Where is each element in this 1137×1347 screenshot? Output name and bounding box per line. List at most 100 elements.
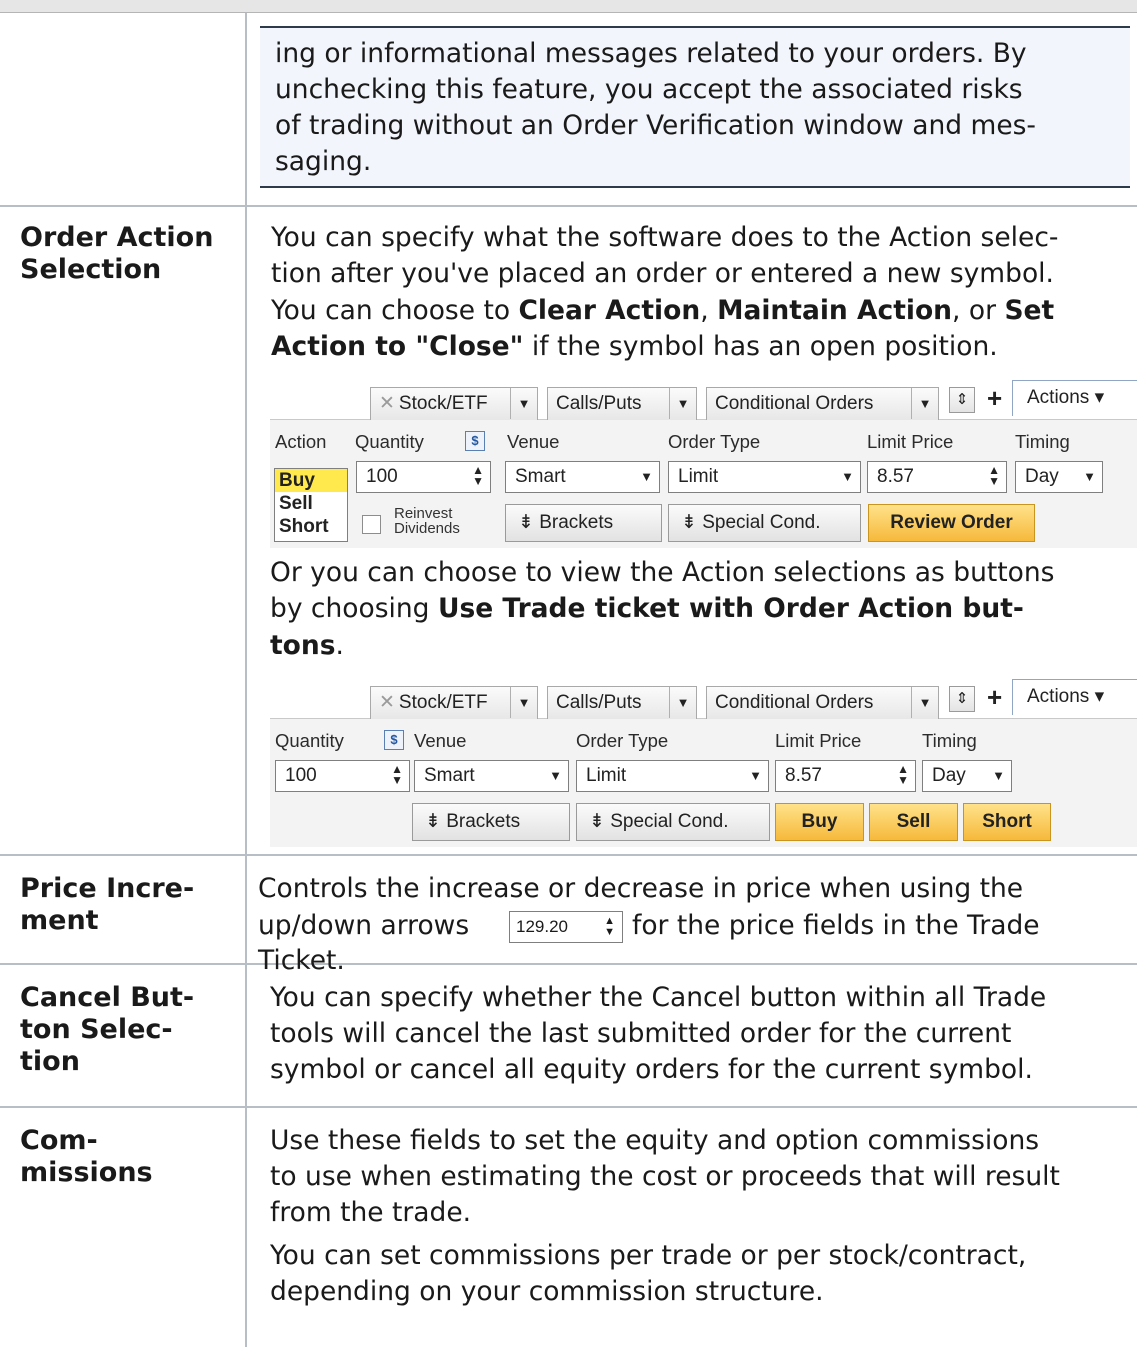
chevron-down-icon[interactable]: ▼ (911, 687, 938, 718)
tab-conditional-orders[interactable]: Conditional Orders ▼ (706, 686, 939, 719)
label-timing: Timing (922, 730, 977, 751)
chevron-down-icon: ▼ (841, 469, 854, 484)
chevron-down-icon: ▼ (992, 768, 1005, 783)
label-timing: Timing (1015, 431, 1070, 452)
note-box: ing or informational messages related to… (260, 26, 1130, 188)
description-line: Action to "Close" if the symbol has an o… (271, 331, 998, 362)
tab-calls-puts[interactable]: Calls/Puts ▼ (547, 387, 697, 420)
description-line: for the price fields in the Trade (632, 910, 1040, 941)
quantity-field[interactable]: 100 ▲ ▼ (356, 461, 491, 493)
reinvest-label: Reinvest Dividends (394, 505, 460, 537)
spinner-icon[interactable]: ▲ ▼ (988, 464, 1000, 487)
add-tab-button[interactable]: + (987, 681, 1002, 713)
action-option-sell[interactable]: Sell (275, 492, 347, 515)
timing-select[interactable]: Day ▼ (1015, 461, 1103, 493)
dollar-icon[interactable]: $ (465, 431, 485, 451)
chevron-down-icon[interactable]: ▼ (669, 388, 696, 419)
venue-select[interactable]: Smart ▼ (505, 461, 660, 493)
reinvest-checkbox[interactable] (362, 515, 381, 534)
trade-ticket-action-list: ✕ Stock/ETF ▼ Calls/Puts ▼ Conditional Orde… (270, 378, 1137, 548)
brackets-button[interactable]: ⇟ Brackets (412, 803, 570, 841)
order-type-select[interactable]: Limit ▼ (668, 461, 861, 493)
label-action: Action (275, 431, 327, 452)
quantity-field[interactable]: 100 ▲ ▼ (275, 760, 410, 792)
row-divider (0, 205, 1137, 207)
label-quantity: Quantity (275, 730, 344, 751)
term-cancel-button: Cancel But- ton Selec- tion (20, 982, 195, 1077)
close-icon[interactable]: ✕ (379, 393, 395, 414)
description-line: symbol or cancel all equity orders for t… (270, 1054, 1033, 1085)
label-order-type: Order Type (668, 431, 761, 452)
column-divider (245, 13, 247, 1347)
chevron-down-icon[interactable]: ▼ (510, 388, 537, 419)
action-list[interactable]: Buy Sell Short (274, 468, 348, 542)
note-line: of trading without an Order Verification… (275, 110, 1036, 141)
description-line: by choosing Use Trade ticket with Order … (270, 593, 1024, 624)
description-line: from the trade. (270, 1197, 472, 1228)
collapse-toggle-icon[interactable]: ⇕ (949, 686, 975, 712)
description-line: Or you can choose to view the Action sel… (270, 557, 1055, 588)
price-increment-field-sample: 129.20 ▲ ▼ (509, 911, 623, 943)
tab-stock-etf[interactable]: ✕ Stock/ETF ▼ (370, 686, 538, 719)
label-limit-price: Limit Price (775, 730, 862, 751)
venue-select[interactable]: Smart ▼ (414, 760, 569, 792)
term-price-increment: Price Incre- ment (20, 873, 195, 936)
note-line: saging. (275, 146, 372, 177)
label-order-type: Order Type (576, 730, 669, 751)
description-line: depending on your commission structure. (270, 1276, 824, 1307)
special-cond-button[interactable]: ⇟ Special Cond. (668, 504, 861, 542)
chevron-down-icon[interactable]: ▼ (669, 687, 696, 718)
buy-button[interactable]: Buy (775, 803, 864, 841)
action-option-buy[interactable]: Buy (275, 469, 347, 492)
limit-price-field[interactable]: 8.57 ▲ ▼ (867, 461, 1007, 493)
short-button[interactable]: Short (963, 803, 1051, 841)
label-venue: Venue (414, 730, 467, 751)
tab-stock-etf[interactable]: ✕ Stock/ETF ▼ (370, 387, 538, 420)
description-line: Controls the increase or decrease in pri… (258, 873, 1024, 904)
chevron-down-icon[interactable]: ▼ (510, 687, 537, 718)
collapse-toggle-icon[interactable]: ⇕ (949, 387, 975, 413)
tab-conditional-orders[interactable]: Conditional Orders ▼ (706, 387, 939, 420)
order-type-select[interactable]: Limit ▼ (576, 760, 769, 792)
add-tab-button[interactable]: + (987, 382, 1002, 414)
chevron-down-icon: ▼ (640, 469, 653, 484)
note-line: unchecking this feature, you accept the … (275, 74, 1023, 105)
trade-ticket-action-buttons: ✕ Stock/ETF ▼ Calls/Puts ▼ Conditional Orde… (270, 677, 1137, 847)
description-line: to use when estimating the cost or proce… (270, 1161, 1060, 1192)
sell-button[interactable]: Sell (869, 803, 958, 841)
spinner-icon[interactable]: ▲ ▼ (897, 763, 909, 786)
description-line: Use these fields to set the equity and o… (270, 1125, 1040, 1156)
brackets-button[interactable]: ⇟ Brackets (505, 504, 662, 542)
dollar-icon[interactable]: $ (384, 730, 404, 750)
special-cond-button[interactable]: ⇟ Special Cond. (576, 803, 770, 841)
limit-price-field[interactable]: 8.57 ▲ ▼ (775, 760, 916, 792)
description-line: You can specify whether the Cancel butto… (270, 982, 1047, 1013)
term-order-action: Order Action Selection (20, 222, 214, 285)
spinner-icon[interactable]: ▲ ▼ (472, 464, 484, 487)
label-limit-price: Limit Price (867, 431, 954, 452)
tab-strip: ✕ Stock/ETF ▼ Calls/Puts ▼ Conditional Orde… (270, 677, 1137, 719)
description-line: You can specify what the software does t… (271, 222, 1059, 253)
note-line: ing or informational messages related to… (275, 38, 1027, 69)
spinner-icon[interactable]: ▲ ▼ (391, 763, 403, 786)
table-top-band (0, 0, 1137, 13)
chevron-down-icon: ▼ (749, 768, 762, 783)
chevron-down-icon: ▼ (549, 768, 562, 783)
actions-menu[interactable]: Actions ▾ (1012, 380, 1137, 416)
timing-select[interactable]: Day ▼ (922, 760, 1012, 792)
description-line: tools will cancel the last submitted ord… (270, 1018, 1012, 1049)
chevron-down-icon[interactable]: ▼ (911, 388, 938, 419)
term-commissions: Com- missions (20, 1125, 153, 1188)
description-line: You can choose to Clear Action, Maintain… (271, 295, 1055, 326)
review-order-button[interactable]: Review Order (868, 504, 1035, 542)
description-line: up/down arrows (258, 910, 470, 941)
action-option-short[interactable]: Short (275, 515, 347, 538)
description-line: tons. (270, 630, 344, 661)
row-divider (0, 963, 1137, 965)
actions-menu[interactable]: Actions ▾ (1012, 679, 1137, 715)
row-divider (0, 854, 1137, 856)
label-venue: Venue (507, 431, 560, 452)
tab-calls-puts[interactable]: Calls/Puts ▼ (547, 686, 697, 719)
close-icon[interactable]: ✕ (379, 692, 395, 713)
tab-strip: ✕ Stock/ETF ▼ Calls/Puts ▼ Conditional Orde… (270, 378, 1137, 420)
